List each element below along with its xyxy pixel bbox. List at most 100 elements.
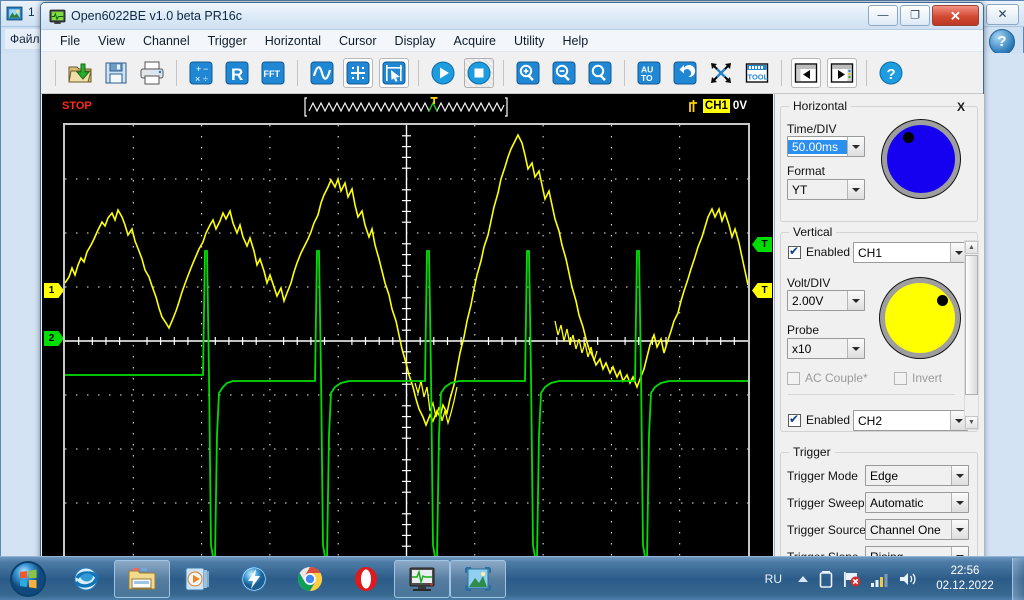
signal-strength[interactable] — [870, 570, 890, 588]
voltdiv-combo[interactable]: 2.00V — [787, 290, 865, 311]
scroll-down-arrow-icon[interactable]: ▼ — [965, 416, 978, 429]
menu-display[interactable]: Display — [386, 32, 445, 50]
image-viewer-icon — [465, 567, 491, 591]
cursor-button[interactable] — [379, 57, 409, 88]
graticule[interactable] — [63, 123, 750, 559]
ac-couple-checkbox[interactable] — [787, 372, 800, 385]
invert-checkbox[interactable] — [894, 372, 907, 385]
maximize-button[interactable]: ❐ — [900, 5, 930, 26]
taskbar-item-opera[interactable] — [338, 560, 394, 598]
ch2-enabled-checkbox[interactable] — [788, 412, 801, 427]
menu-help[interactable]: Help — [554, 32, 598, 50]
menu-trigger[interactable]: Trigger — [199, 32, 256, 50]
trigger-sweep-combo[interactable]: Automatic — [865, 492, 969, 513]
menu-view[interactable]: View — [89, 32, 134, 50]
xy-mode-button[interactable] — [706, 58, 736, 88]
print-icon — [140, 61, 164, 84]
svg-text:?: ? — [887, 66, 896, 83]
close-glyph: ✕ — [950, 8, 961, 23]
show-hidden-icons-button[interactable] — [796, 572, 810, 586]
taskbar-item-daemon-tools[interactable] — [226, 560, 282, 598]
menu-channel[interactable]: Channel — [134, 32, 199, 50]
chevron-down-icon[interactable] — [847, 291, 864, 310]
timediv-knob[interactable] — [882, 120, 960, 198]
undo-button[interactable] — [670, 58, 700, 88]
grid-button[interactable] — [343, 57, 373, 88]
taskbar-item-internet-explorer[interactable] — [58, 560, 114, 598]
math-button[interactable]: + − × ÷ — [186, 58, 216, 88]
scroll-up-arrow-icon[interactable]: ▲ — [965, 241, 978, 254]
voltdiv-knob[interactable] — [880, 278, 960, 358]
scope-display[interactable]: STOP CH1 0V 1 2 T T — [42, 94, 773, 561]
prev-panel-button[interactable] — [791, 57, 821, 88]
clock[interactable]: 22:56 02.12.2022 — [926, 564, 1004, 594]
zoom-out-button[interactable] — [549, 58, 579, 88]
chevron-down-icon[interactable] — [951, 520, 968, 539]
timediv-combo[interactable]: 50.00ms — [787, 136, 865, 157]
chevron-down-icon[interactable] — [847, 339, 864, 358]
chevron-down-icon[interactable] — [951, 466, 968, 485]
menu-cursor[interactable]: Cursor — [330, 32, 386, 50]
network-status[interactable] — [842, 570, 862, 588]
language-indicator[interactable]: RU — [765, 572, 782, 586]
horizontal-panel-close[interactable]: X — [957, 100, 965, 114]
ch1-enabled-checkbox[interactable] — [788, 244, 801, 259]
waveform-button[interactable] — [307, 58, 337, 88]
invert-label: Invert — [912, 371, 943, 385]
background-window-close-button[interactable]: ✕ — [986, 4, 1019, 25]
menu-acquire[interactable]: Acquire — [445, 32, 505, 50]
graticule-canvas — [65, 125, 748, 557]
trigger-marker-ch2[interactable]: T — [752, 237, 772, 252]
channel-marker-2[interactable]: 2 — [44, 331, 64, 346]
background-window-menu-file[interactable]: Файл — [5, 29, 45, 49]
trigger-channel-badge: CH1 — [702, 99, 730, 113]
save-button[interactable] — [101, 58, 131, 88]
run-button[interactable] — [428, 58, 458, 88]
chevron-down-icon[interactable] — [847, 137, 864, 156]
zoom-in-button[interactable] — [513, 58, 543, 88]
ch2-enabled-label: Enabled — [806, 413, 851, 427]
tools-button[interactable]: TOOL — [742, 58, 772, 88]
close-button[interactable]: ✕ — [932, 5, 979, 26]
format-combo[interactable]: YT — [787, 179, 865, 200]
stop-button[interactable] — [464, 57, 494, 88]
background-window-help-button[interactable]: ? — [989, 29, 1015, 55]
taskbar-item-image-viewer[interactable] — [450, 560, 506, 598]
ch2-select-combo[interactable]: CH2 — [853, 410, 968, 431]
fft-button[interactable]: FFT — [258, 58, 288, 88]
chevron-down-icon[interactable] — [847, 180, 864, 199]
probe-combo[interactable]: x10 — [787, 338, 865, 359]
scrollbar-thumb[interactable] — [965, 255, 978, 395]
auto-button[interactable]: AU TO — [634, 58, 664, 88]
media-player-icon — [185, 567, 209, 591]
channel-marker-1[interactable]: 1 — [44, 283, 64, 298]
start-button[interactable] — [4, 559, 52, 599]
ch1-select-combo[interactable]: CH1 — [853, 242, 968, 263]
tools-icon: TOOL — [745, 62, 769, 83]
oscilloscope-icon — [49, 9, 66, 24]
help-button[interactable]: ? — [876, 58, 906, 88]
chevron-down-icon[interactable] — [951, 493, 968, 512]
taskbar-item-file-explorer[interactable] — [114, 560, 170, 598]
show-desktop-button[interactable] — [1012, 558, 1024, 600]
vertical-scrollbar[interactable]: ▲ ▼ — [964, 240, 979, 430]
taskbar-item-chrome[interactable] — [282, 560, 338, 598]
trigger-mode-combo[interactable]: Edge — [865, 465, 969, 486]
print-button[interactable] — [137, 58, 167, 88]
taskbar-item-media-player[interactable] — [170, 560, 226, 598]
next-panel-button[interactable] — [827, 57, 857, 88]
trigger-source-combo[interactable]: Channel One — [865, 519, 969, 540]
zoom-fit-button[interactable] — [585, 58, 615, 88]
trigger-marker-ch1[interactable]: T — [752, 283, 772, 298]
taskbar-item-oscilloscope[interactable] — [394, 560, 450, 598]
menu-horizontal[interactable]: Horizontal — [256, 32, 330, 50]
oscilloscope-app-icon — [409, 567, 435, 591]
reference-button[interactable]: R — [222, 58, 252, 88]
minimize-button[interactable]: — — [868, 5, 898, 26]
battery-status[interactable] — [818, 570, 834, 588]
menu-file[interactable]: File — [51, 32, 89, 50]
open-button[interactable] — [65, 58, 95, 88]
volume-control[interactable] — [898, 570, 918, 588]
menu-utility[interactable]: Utility — [505, 32, 554, 50]
trigger-level-value: 0V — [732, 100, 747, 112]
